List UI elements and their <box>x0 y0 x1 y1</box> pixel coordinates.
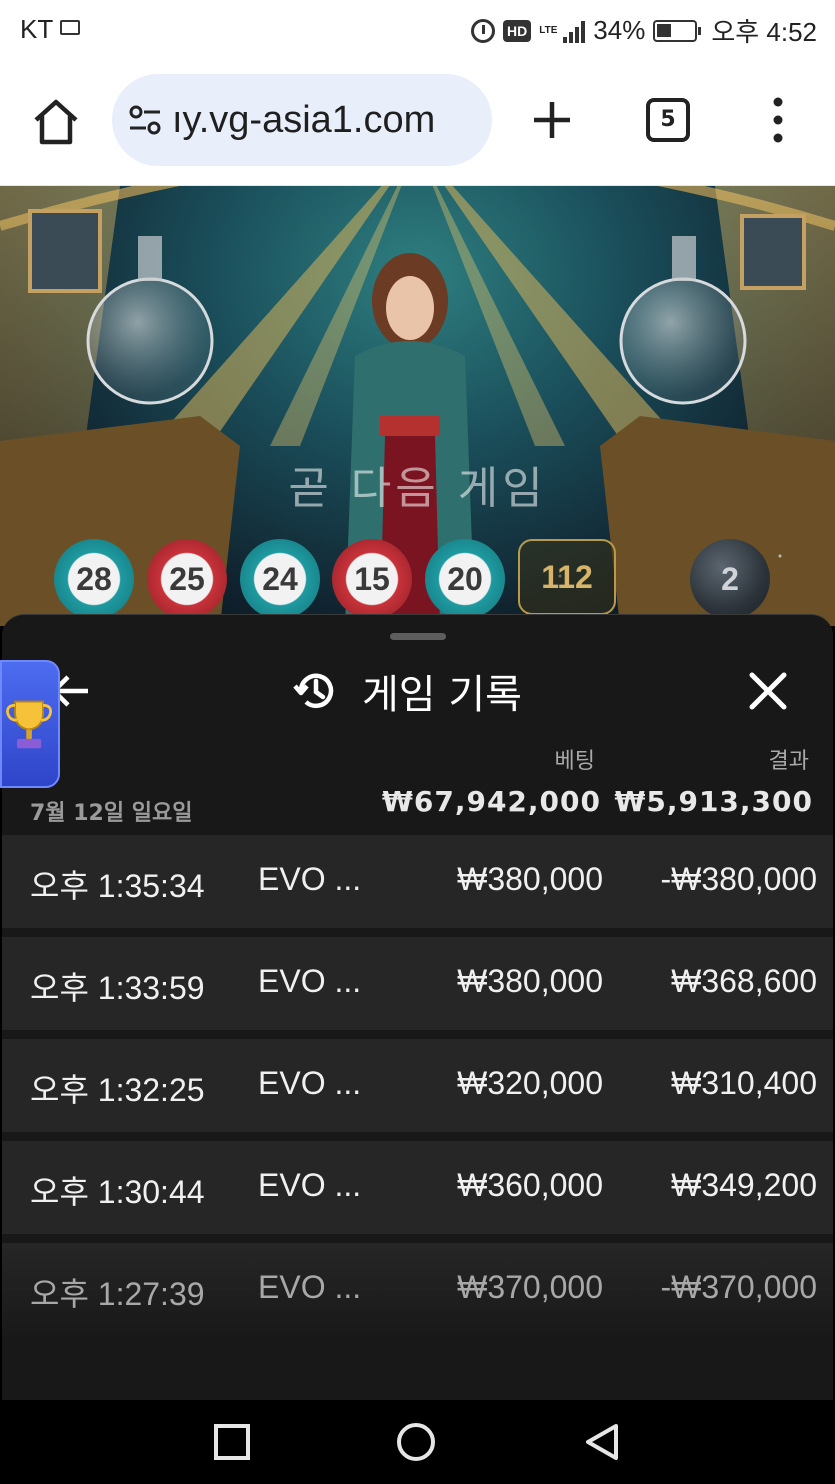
alarm-icon <box>471 18 496 43</box>
tab-switcher-button[interactable]: 5 <box>646 98 690 142</box>
row-game: EVO ... <box>258 1065 362 1101</box>
row-time: 오후 1:27:39 <box>30 1276 205 1312</box>
status-icons: HD LTE 34% 오후 4:52 <box>471 12 817 49</box>
row-result: -₩370,000 <box>660 1269 817 1305</box>
history-row[interactable]: 오후 1:27:39 EVO ... ₩370,000 -₩370,000 <box>2 1243 833 1336</box>
new-tab-icon[interactable] <box>528 96 576 144</box>
ball-5: 20 <box>425 539 505 619</box>
ball-3: 24 <box>240 539 320 619</box>
site-settings-icon[interactable] <box>126 100 166 140</box>
row-result: ₩368,600 <box>671 963 817 999</box>
row-result: ₩349,200 <box>671 1167 817 1203</box>
row-time: 오후 1:35:34 <box>30 868 205 904</box>
total-bet: ₩67,942,000 <box>381 785 601 818</box>
row-game: EVO ... <box>258 1269 362 1305</box>
drag-handle[interactable] <box>390 633 446 640</box>
column-header-bet: 베팅 <box>554 749 595 774</box>
signal-icon <box>563 19 586 43</box>
system-nav-bar <box>0 1400 835 1484</box>
row-time: 오후 1:33:59 <box>30 970 205 1006</box>
close-icon[interactable] <box>746 669 790 713</box>
history-row[interactable]: 오후 1:32:25 EVO ... ₩320,000 ₩310,400 <box>2 1039 833 1132</box>
panel-title: 게임 기록 <box>292 661 522 721</box>
row-bet: ₩380,000 <box>457 963 603 999</box>
status-bar: KT HD LTE 34% 오후 4:52 <box>0 0 835 58</box>
bonus-ball: 2 <box>690 539 770 619</box>
browser-toolbar: ıy.vg-asia1.com 5 <box>0 58 835 186</box>
ball-4: 15 <box>332 539 412 619</box>
home-icon[interactable] <box>28 94 84 150</box>
history-row[interactable]: 오후 1:35:34 EVO ... ₩380,000 -₩380,000 <box>2 835 833 928</box>
row-bet: ₩360,000 <box>457 1167 603 1203</box>
next-game-status: 곧 다음 게임 <box>288 463 547 514</box>
lte-label: LTE <box>539 24 558 36</box>
recent-apps-icon[interactable] <box>212 1422 252 1462</box>
home-nav-icon[interactable] <box>396 1422 436 1462</box>
carrier-label: KT <box>20 14 54 44</box>
history-list: 오후 1:35:34 EVO ... ₩380,000 -₩380,000 오후… <box>2 835 833 1345</box>
mail-icon <box>60 20 80 35</box>
row-game: EVO ... <box>258 1167 362 1203</box>
history-row[interactable]: 오후 1:33:59 EVO ... ₩380,000 ₩368,600 <box>2 937 833 1030</box>
row-time: 오후 1:32:25 <box>30 1072 205 1108</box>
ball-sum: 112 <box>518 539 616 615</box>
battery-percent: 34% <box>593 15 646 45</box>
ball-2: 25 <box>147 539 227 619</box>
more-menu-icon[interactable] <box>768 96 788 144</box>
drawn-balls: 28 25 24 15 20 112 2 <box>0 539 835 619</box>
game-history-panel: 게임 기록 베팅 결과 7월 12일 일요일 ₩67,942,000 ₩5,91… <box>2 614 833 1414</box>
row-bet: ₩320,000 <box>457 1065 603 1101</box>
row-game: EVO ... <box>258 963 362 999</box>
total-result: ₩5,913,300 <box>614 785 813 818</box>
history-row[interactable]: 오후 1:30:44 EVO ... ₩360,000 ₩349,200 <box>2 1141 833 1234</box>
row-result: ₩310,400 <box>671 1065 817 1101</box>
row-result: -₩380,000 <box>660 861 817 897</box>
trophy-tab[interactable] <box>0 660 60 788</box>
url-text[interactable]: ıy.vg-asia1.com <box>172 99 435 142</box>
ball-1: 28 <box>54 539 134 619</box>
panel-title-text: 게임 기록 <box>362 672 522 718</box>
address-bar[interactable]: ıy.vg-asia1.com <box>112 74 492 166</box>
row-time: 오후 1:30:44 <box>30 1174 205 1210</box>
battery-icon <box>653 19 702 42</box>
back-nav-icon[interactable] <box>582 1422 622 1462</box>
history-icon <box>293 673 334 708</box>
date-label: 7월 12일 일요일 <box>30 801 193 826</box>
hd-badge: HD <box>503 19 532 42</box>
row-game: EVO ... <box>258 861 362 897</box>
row-bet: ₩380,000 <box>457 861 603 897</box>
column-header-result: 결과 <box>768 749 809 774</box>
trophy-icon <box>6 700 53 749</box>
live-game-video[interactable]: 곧 다음 게임 28 25 24 15 20 112 2 <box>0 186 835 626</box>
row-bet: ₩370,000 <box>457 1269 603 1305</box>
clock: 오후 4:52 <box>711 17 817 47</box>
